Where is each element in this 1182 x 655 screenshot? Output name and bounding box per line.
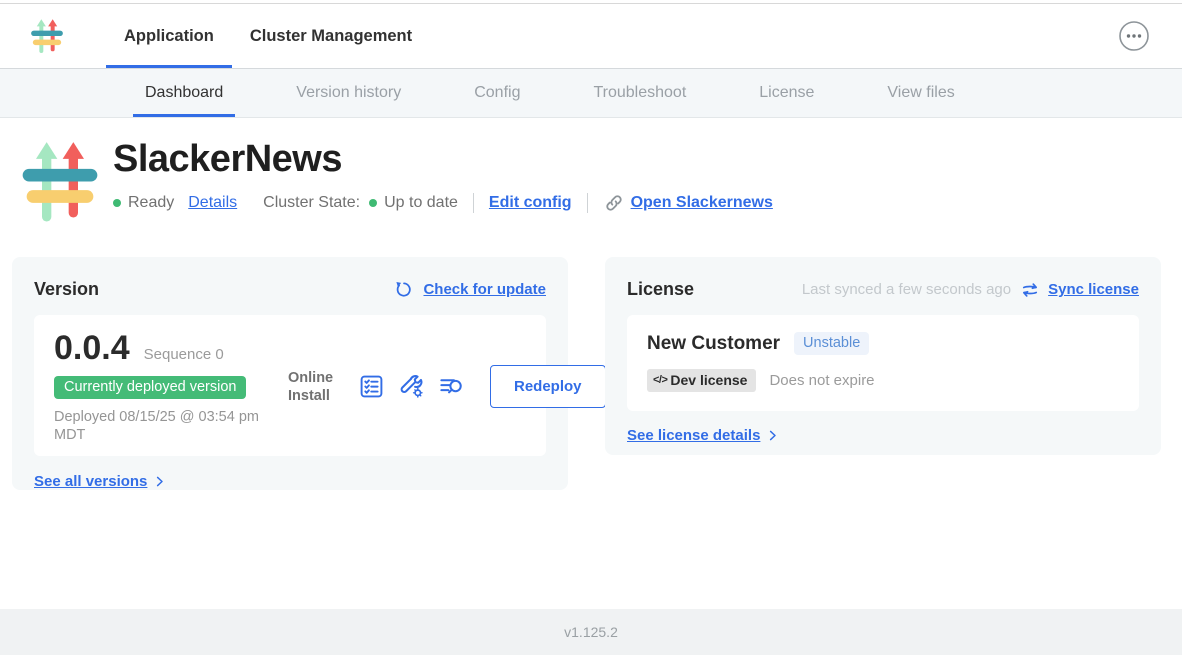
tab-cluster-management-label: Cluster Management xyxy=(250,27,412,46)
license-card-title: License xyxy=(627,279,694,300)
see-all-versions-link[interactable]: See all versions xyxy=(34,473,167,490)
redeploy-button[interactable]: Redeploy xyxy=(490,365,606,408)
see-license-details-link[interactable]: See license details xyxy=(627,427,780,444)
last-synced-label: Last synced a few seconds ago xyxy=(802,281,1011,298)
ellipsis-menu-icon xyxy=(1118,20,1150,52)
install-type-label: Online Install xyxy=(288,369,342,405)
chevron-right-icon xyxy=(152,474,167,489)
app-logo-small xyxy=(30,16,64,56)
version-card-title: Version xyxy=(34,279,99,300)
app-title: SlackerNews xyxy=(113,138,773,182)
deploy-logs-icon xyxy=(438,373,465,400)
see-license-details-label: See license details xyxy=(627,427,760,444)
top-header: Application Cluster Management xyxy=(0,3,1182,68)
primary-tabs: Application Cluster Management xyxy=(106,4,430,68)
current-version-panel: 0.0.4 Sequence 0 Currently deployed vers… xyxy=(34,315,546,456)
edit-config-link[interactable]: Edit config xyxy=(489,194,572,212)
tab-cluster-management[interactable]: Cluster Management xyxy=(232,4,430,68)
deployed-badge: Currently deployed version xyxy=(54,376,246,399)
sync-license-label: Sync license xyxy=(1048,281,1139,298)
see-all-versions-label: See all versions xyxy=(34,473,147,490)
link-icon xyxy=(603,192,625,214)
subnav-version-history[interactable]: Version history xyxy=(284,69,413,117)
tab-application-label: Application xyxy=(124,27,214,46)
version-card: Version Check for update 0.0.4 Sequence … xyxy=(12,257,568,490)
cluster-state-dot xyxy=(369,199,377,207)
preflight-checks-button[interactable] xyxy=(358,373,385,400)
divider xyxy=(473,193,474,213)
cluster-state-value: Up to date xyxy=(384,194,458,212)
config-wrench-icon xyxy=(398,373,425,400)
console-version: v1.125.2 xyxy=(564,624,618,640)
edit-config-icon-button[interactable] xyxy=(398,373,425,400)
license-type-label: Dev license xyxy=(670,372,747,388)
divider xyxy=(587,193,588,213)
app-logo-large xyxy=(20,135,100,228)
check-for-update-label: Check for update xyxy=(423,281,546,298)
app-status-dot xyxy=(113,199,121,207)
sync-license-link[interactable]: Sync license xyxy=(1020,280,1139,300)
tab-application[interactable]: Application xyxy=(106,4,232,68)
refresh-icon xyxy=(393,279,414,300)
deployed-timestamp: Deployed 08/15/25 @ 03:54 pm MDT xyxy=(54,408,274,444)
subnav-license-label: License xyxy=(759,84,814,102)
license-expiry: Does not expire xyxy=(769,372,874,389)
version-sequence: Sequence 0 xyxy=(144,346,224,363)
subnav-dashboard[interactable]: Dashboard xyxy=(133,69,235,117)
app-subnav: Dashboard Version history Config Trouble… xyxy=(0,68,1182,118)
subnav-troubleshoot-label: Troubleshoot xyxy=(593,84,686,102)
dashboard-cards: Version Check for update 0.0.4 Sequence … xyxy=(0,257,1182,490)
chevron-right-icon xyxy=(765,428,780,443)
app-status-label: Ready xyxy=(128,194,174,212)
code-icon: </> xyxy=(653,374,667,386)
subnav-view-files-label: View files xyxy=(887,84,954,102)
subnav-config[interactable]: Config xyxy=(462,69,532,117)
admin-console-page: Application Cluster Management Dashboard… xyxy=(0,0,1182,490)
sync-arrows-icon xyxy=(1020,280,1040,300)
app-header: SlackerNews Ready Details Cluster State:… xyxy=(0,118,1182,228)
app-status-row: Ready Details Cluster State: Up to date … xyxy=(113,192,773,214)
preflight-checks-icon xyxy=(358,373,385,400)
subnav-view-files[interactable]: View files xyxy=(875,69,966,117)
open-app-link[interactable]: Open Slackernews xyxy=(603,192,773,214)
channel-badge: Unstable xyxy=(794,332,869,355)
check-for-update-link[interactable]: Check for update xyxy=(393,279,546,300)
license-type-badge: </> Dev license xyxy=(647,369,756,392)
version-number: 0.0.4 xyxy=(54,329,130,368)
subnav-license[interactable]: License xyxy=(747,69,826,117)
console-footer: v1.125.2 xyxy=(0,609,1182,655)
deploy-logs-button[interactable] xyxy=(438,373,465,400)
subnav-troubleshoot[interactable]: Troubleshoot xyxy=(581,69,698,117)
subnav-config-label: Config xyxy=(474,84,520,102)
subnav-dashboard-label: Dashboard xyxy=(145,84,223,102)
more-menu-button[interactable] xyxy=(1118,20,1150,52)
license-summary-panel: New Customer Unstable </> Dev license Do… xyxy=(627,315,1139,411)
status-details-link[interactable]: Details xyxy=(188,194,237,212)
customer-name: New Customer xyxy=(647,333,780,355)
open-app-link-label: Open Slackernews xyxy=(631,194,773,212)
subnav-version-history-label: Version history xyxy=(296,84,401,102)
license-card: License Last synced a few seconds ago xyxy=(605,257,1161,455)
cluster-state-label: Cluster State: xyxy=(263,194,360,212)
